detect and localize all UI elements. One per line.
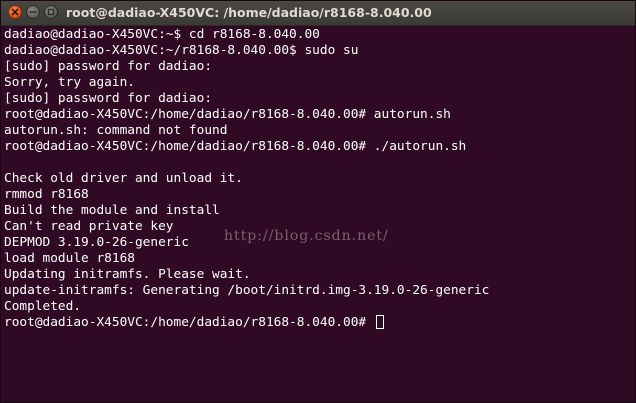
terminal-line: rmmod r8168	[4, 187, 489, 203]
terminal-line: Completed.	[4, 299, 489, 315]
maximize-icon	[47, 8, 55, 16]
terminal-line-text: Completed.	[4, 299, 82, 314]
cursor	[375, 315, 384, 329]
terminal-line: [sudo] password for dadiao:	[4, 59, 489, 75]
terminal-line-text: update-initramfs: Generating /boot/initr…	[4, 283, 490, 298]
terminal-line: root@dadiao-X450VC:/home/dadiao/r8168-8.…	[4, 107, 489, 123]
terminal-line: Sorry, try again.	[4, 75, 489, 91]
minimize-button[interactable]	[26, 5, 40, 19]
terminal-output[interactable]: dadiao@dadiao-X450VC:~$ cd r8168-8.040.0…	[2, 26, 634, 401]
terminal-line-text: dadiao@dadiao-X450VC:~/r8168-8.040.00$ s…	[4, 43, 359, 58]
close-icon	[11, 8, 19, 16]
title-bar[interactable]: root@dadiao-X450VC: /home/dadiao/r8168-8…	[1, 1, 635, 26]
terminal-line: autorun.sh: command not found	[4, 123, 489, 139]
terminal-lines: dadiao@dadiao-X450VC:~$ cd r8168-8.040.0…	[4, 27, 489, 331]
terminal-line: dadiao@dadiao-X450VC:~/r8168-8.040.00$ s…	[4, 43, 489, 59]
maximize-button[interactable]	[44, 5, 58, 19]
terminal-line-text: Updating initramfs. Please wait.	[4, 267, 251, 282]
terminal-line: [sudo] password for dadiao:	[4, 91, 489, 107]
terminal-line: Check old driver and unload it.	[4, 171, 489, 187]
terminal-line-text: Can't read private key	[4, 219, 174, 234]
terminal-line-text: root@dadiao-X450VC:/home/dadiao/r8168-8.…	[4, 139, 467, 154]
terminal-line-text: load module r8168	[4, 251, 135, 266]
terminal-line-text: [sudo] password for dadiao:	[4, 59, 213, 74]
terminal-line-text: Check old driver and unload it.	[4, 171, 243, 186]
terminal-line: root@dadiao-X450VC:/home/dadiao/r8168-8.…	[4, 139, 489, 155]
terminal-line: update-initramfs: Generating /boot/initr…	[4, 283, 489, 299]
terminal-line: root@dadiao-X450VC:/home/dadiao/r8168-8.…	[4, 315, 489, 331]
window-title: root@dadiao-X450VC: /home/dadiao/r8168-8…	[66, 5, 432, 20]
terminal-line-text: dadiao@dadiao-X450VC:~$ cd r8168-8.040.0…	[4, 27, 320, 42]
terminal-line-text: root@dadiao-X450VC:/home/dadiao/r8168-8.…	[4, 315, 374, 330]
watermark-text: http://blog.csdn.net/	[224, 228, 389, 244]
terminal-line-text: root@dadiao-X450VC:/home/dadiao/r8168-8.…	[4, 107, 451, 122]
terminal-line-text: Build the module and install	[4, 203, 220, 218]
terminal-window: root@dadiao-X450VC: /home/dadiao/r8168-8…	[0, 0, 636, 403]
minimize-icon	[29, 11, 37, 13]
terminal-line: load module r8168	[4, 251, 489, 267]
terminal-line-text: Sorry, try again.	[4, 75, 135, 90]
terminal-line-text: autorun.sh: command not found	[4, 123, 228, 138]
terminal-line: Updating initramfs. Please wait.	[4, 267, 489, 283]
terminal-line-text: rmmod r8168	[4, 187, 89, 202]
close-button[interactable]	[8, 5, 22, 19]
terminal-line: dadiao@dadiao-X450VC:~$ cd r8168-8.040.0…	[4, 27, 489, 43]
terminal-line-text: [sudo] password for dadiao:	[4, 91, 213, 106]
terminal-line: Build the module and install	[4, 203, 489, 219]
terminal-line-text: DEPMOD 3.19.0-26-generic	[4, 235, 189, 250]
